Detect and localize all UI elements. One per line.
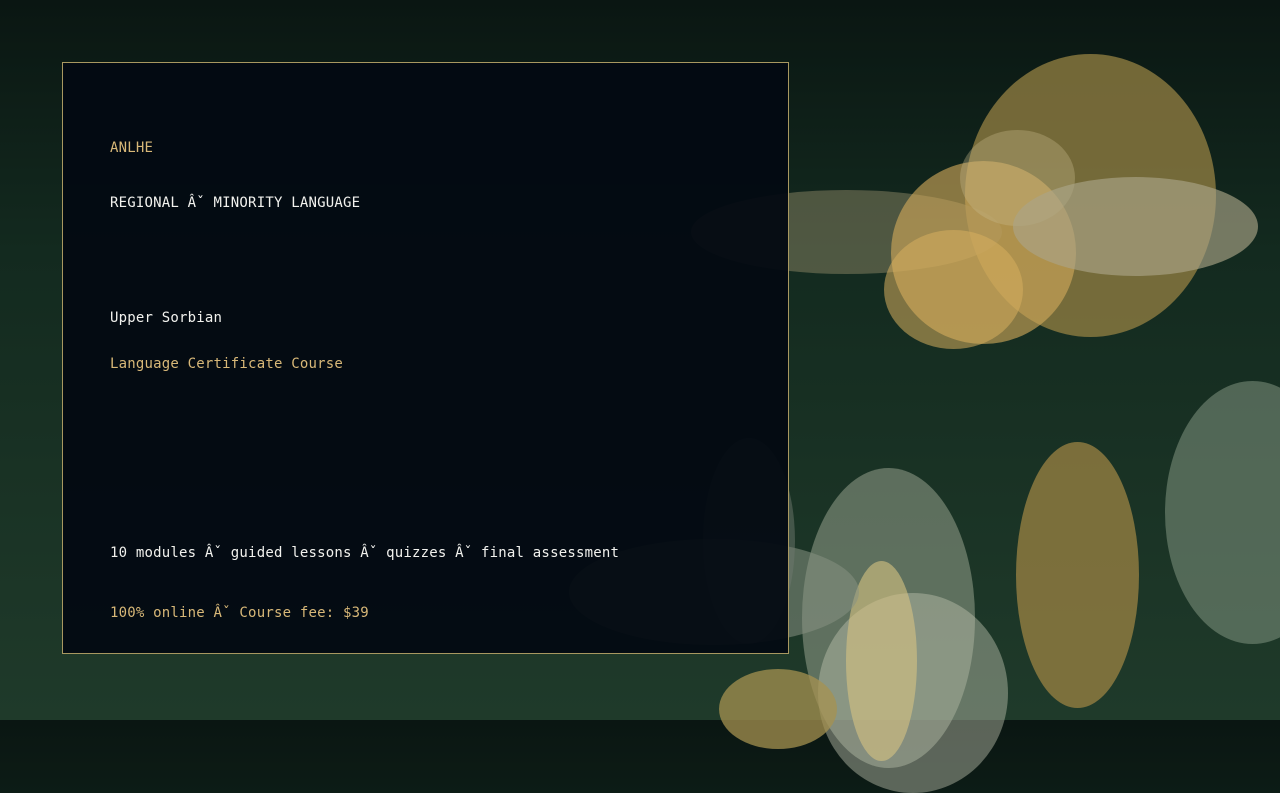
bokeh-gold-tall xyxy=(1016,442,1139,708)
course-type-subtitle: Language Certificate Course xyxy=(110,356,343,372)
category-label: REGIONAL Âˇ MINORITY LANGUAGE xyxy=(110,195,361,211)
brand-name: ANLHE xyxy=(110,140,154,156)
bokeh-gold-small xyxy=(884,230,1023,349)
bokeh-gray-wide-right xyxy=(1013,177,1258,276)
course-language-title: Upper Sorbian xyxy=(110,310,223,326)
bokeh-gold-bottom xyxy=(719,669,837,749)
course-pricing: 100% online Âˇ Course fee: $39 xyxy=(110,605,369,621)
course-features: 10 modules Âˇ guided lessons Âˇ quizzes … xyxy=(110,545,620,561)
course-card: ANLHE REGIONAL Âˇ MINORITY LANGUAGE Uppe… xyxy=(62,62,789,654)
bokeh-gray-tall-right xyxy=(1165,381,1280,644)
